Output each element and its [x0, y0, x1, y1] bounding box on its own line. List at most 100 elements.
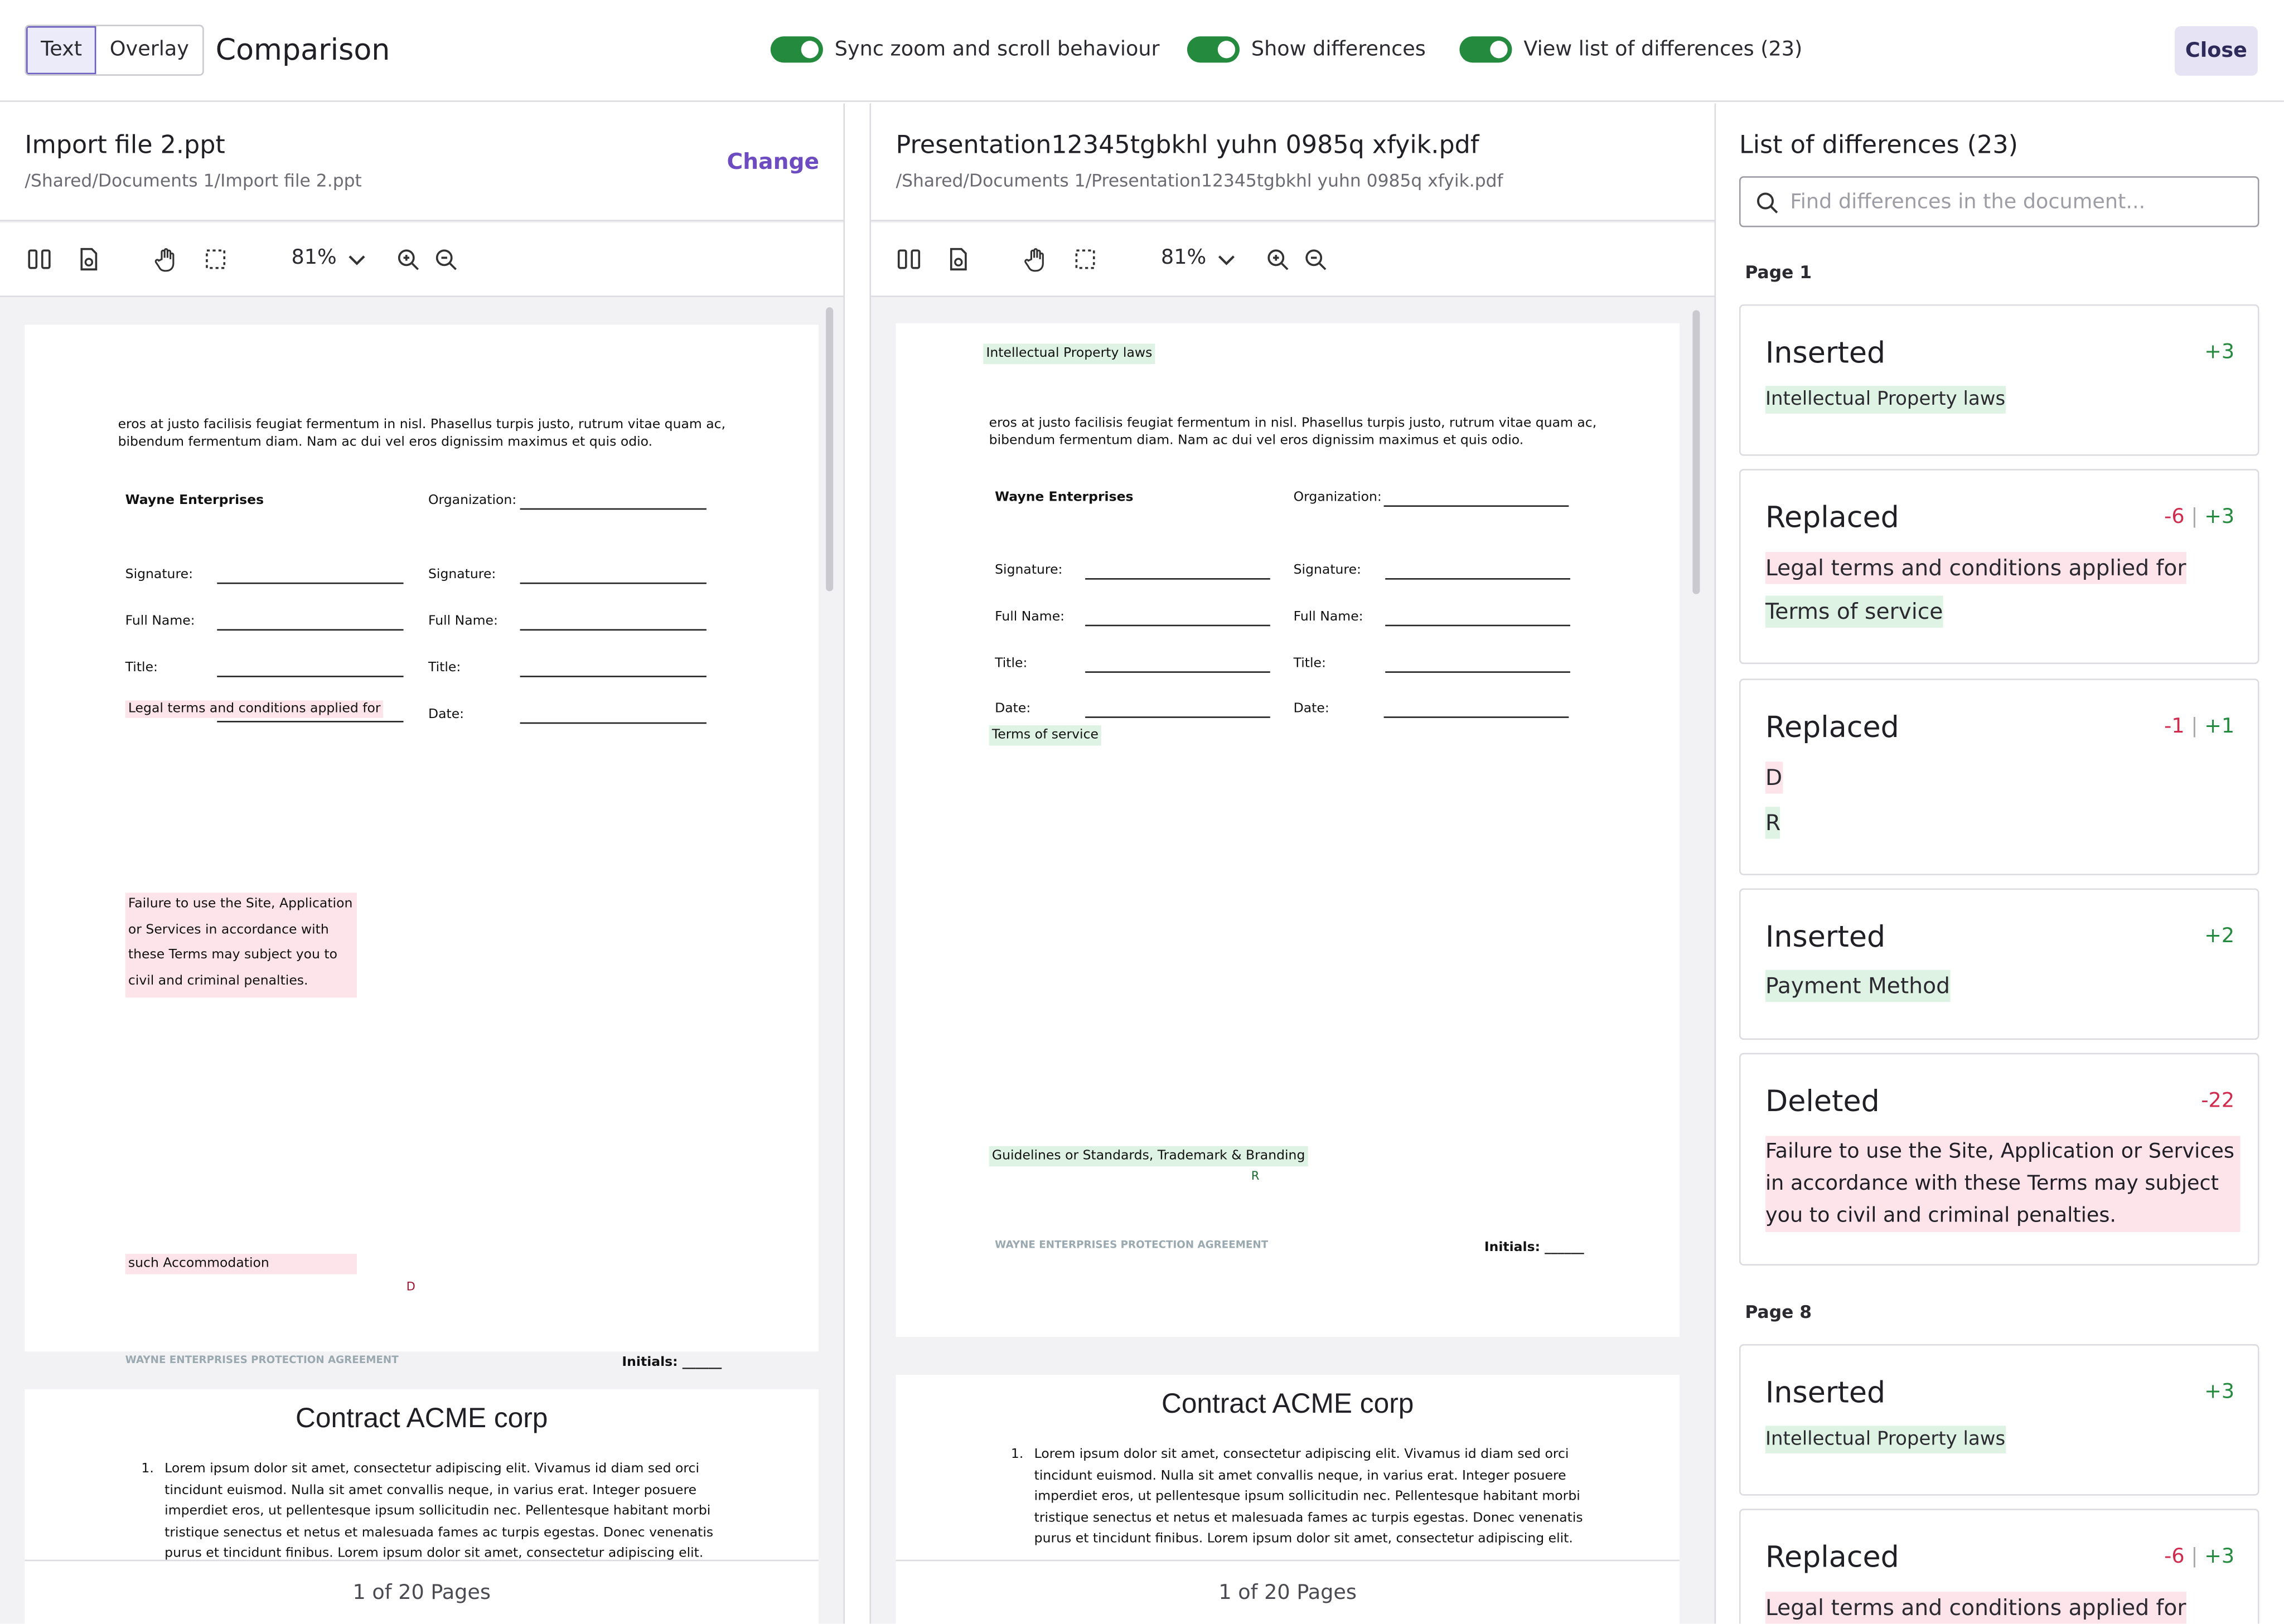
- difference-card[interactable]: Inserted +3 Intellectual Property laws: [1739, 1344, 2259, 1496]
- left-file-header: Import file 2.ppt /Shared/Documents 1/Im…: [0, 103, 844, 222]
- right-viewer-toolbar: 81%: [871, 222, 1715, 297]
- change-count: -6 | +3: [2164, 505, 2235, 529]
- initials-field: Initials: ______: [622, 1355, 722, 1371]
- inserted-highlight[interactable]: Guidelines or Standards, Trademark & Bra…: [989, 1146, 1308, 1167]
- paragraph-text: eros at justo facilisis feugiat fermentu…: [118, 418, 726, 433]
- deleted-highlight[interactable]: Legal terms and conditions applied for: [125, 700, 384, 718]
- change-count: -1 | +1: [2164, 715, 2235, 739]
- left-viewer-toolbar: 81%: [0, 222, 844, 297]
- paragraph-text: bibendum fermentum diam. Nam ac dui vel …: [118, 435, 653, 450]
- difference-type: Deleted: [1765, 1083, 1880, 1119]
- toggle-label: Sync zoom and scroll behaviour: [834, 37, 1160, 61]
- hand-pan-icon[interactable]: [153, 246, 179, 272]
- signature-label: Signature:: [428, 568, 496, 583]
- deleted-letter[interactable]: D: [407, 1280, 415, 1293]
- delete-count: -22: [2201, 1089, 2235, 1113]
- right-document-pane: Presentation12345tgbkhl yuhn 0985q xfyik…: [869, 103, 1715, 1624]
- top-bar: Text Overlay Comparison Sync zoom and sc…: [0, 0, 2284, 102]
- inserted-text: Terms of service: [1765, 595, 1943, 628]
- list-number: 1.: [1010, 1447, 1024, 1462]
- page-group-label: Page 1: [1745, 262, 1812, 283]
- differences-panel: List of differences (23) Find difference…: [1714, 103, 2284, 1624]
- right-page-counter: 1 of 20 Pages: [896, 1559, 1680, 1624]
- differences-search-input[interactable]: Find differences in the document...: [1739, 176, 2259, 227]
- zoom-in-icon[interactable]: [1264, 246, 1290, 272]
- split-view-icon[interactable]: [896, 246, 922, 272]
- difference-card[interactable]: Replaced -6 | +3 Legal terms and conditi…: [1739, 1509, 2259, 1624]
- page-group-label: Page 8: [1745, 1302, 1812, 1322]
- agreement-footer: WAYNE ENTERPRISES PROTECTION AGREEMENT: [995, 1239, 1269, 1251]
- toggle-switch[interactable]: [770, 36, 823, 63]
- left-document-pane: Import file 2.ppt /Shared/Documents 1/Im…: [0, 103, 845, 1624]
- right-scrollbar[interactable]: [1692, 310, 1700, 594]
- inserted-text: R: [1765, 807, 1781, 839]
- deleted-text: Legal terms and conditions applied for: [1765, 552, 2186, 584]
- paragraph-text: purus et tincidunt finibus. Lorem ipsum …: [164, 1547, 704, 1562]
- page-title: Comparison: [215, 32, 390, 67]
- signature-label: Signature:: [1293, 563, 1361, 579]
- close-button[interactable]: Close: [2175, 26, 2258, 76]
- insert-count: +2: [2204, 924, 2235, 948]
- list-number: 1.: [141, 1462, 154, 1477]
- deleted-highlight[interactable]: Failure to use the Site, Application or …: [125, 893, 357, 998]
- chevron-down-icon[interactable]: [1213, 246, 1240, 272]
- chevron-down-icon[interactable]: [343, 246, 370, 272]
- left-document-page-2: Contract ACME corp 1. Lorem ipsum dolor …: [25, 1389, 819, 1564]
- left-scrollbar[interactable]: [826, 307, 834, 592]
- selection-icon[interactable]: [1072, 246, 1099, 272]
- difference-type: Replaced: [1765, 1539, 1899, 1574]
- zoom-in-icon[interactable]: [395, 246, 421, 272]
- paragraph-text: Lorem ipsum dolor sit amet, consectetur …: [1034, 1447, 1569, 1462]
- difference-type: Inserted: [1765, 335, 1886, 370]
- overlay-mode-button[interactable]: Overlay: [96, 26, 202, 74]
- difference-card[interactable]: Inserted +2 Payment Method: [1739, 888, 2259, 1040]
- hand-pan-icon[interactable]: [1023, 246, 1049, 272]
- inserted-highlight[interactable]: Intellectual Property laws: [983, 343, 1155, 365]
- deleted-text: Legal terms and conditions applied for: [1765, 1592, 2186, 1624]
- highlight-text: or Services in accordance with: [128, 923, 329, 938]
- right-file-header: Presentation12345tgbkhl yuhn 0985q xfyik…: [871, 103, 1715, 222]
- right-document-page: Intellectual Property laws eros at justo…: [896, 323, 1680, 1337]
- paragraph-text: bibendum fermentum diam. Nam ac dui vel …: [989, 434, 1524, 449]
- deleted-line: you to civil and criminal penalties.: [1765, 1204, 2117, 1228]
- difference-card[interactable]: Inserted +3 Intellectual Property laws: [1739, 304, 2259, 456]
- paragraph-text: tincidunt euismod. Nulla sit amet conval…: [1034, 1469, 1566, 1484]
- search-placeholder: Find differences in the document...: [1790, 191, 2146, 214]
- change-file-button[interactable]: Change: [727, 148, 819, 174]
- signature-label: Signature:: [125, 568, 193, 583]
- text-mode-button[interactable]: Text: [26, 26, 97, 75]
- inserted-text: Payment Method: [1765, 969, 1950, 1002]
- sync-zoom-toggle[interactable]: Sync zoom and scroll behaviour: [770, 36, 1160, 63]
- inserted-text: Intellectual Property laws: [1765, 386, 2006, 414]
- selection-icon[interactable]: [202, 246, 229, 272]
- change-count: -6 | +3: [2164, 1545, 2235, 1569]
- inserted-highlight[interactable]: Terms of service: [989, 725, 1102, 746]
- toggle-switch[interactable]: [1459, 36, 1512, 63]
- full-name-label: Full Name:: [125, 614, 195, 629]
- difference-card[interactable]: Replaced -1 | +1 D R: [1739, 678, 2259, 875]
- paragraph-text: imperdiet eros, ut pellentesque ipsum so…: [1034, 1490, 1580, 1505]
- split-view-icon[interactable]: [26, 246, 52, 272]
- show-differences-toggle[interactable]: Show differences: [1187, 36, 1426, 63]
- zoom-level[interactable]: 81%: [291, 246, 336, 269]
- differences-title: List of differences (23): [1739, 131, 2018, 161]
- inserted-letter[interactable]: R: [1251, 1170, 1260, 1183]
- toggle-switch[interactable]: [1187, 36, 1240, 63]
- deleted-highlight[interactable]: such Accommodation: [125, 1254, 357, 1274]
- toggle-label: View list of differences (23): [1523, 37, 1803, 61]
- view-list-toggle[interactable]: View list of differences (23): [1459, 36, 1803, 63]
- organization-label: Organization:: [428, 493, 517, 508]
- insert-count: +3: [2204, 341, 2235, 365]
- right-document-page-2: Contract ACME corp 1. Lorem ipsum dolor …: [896, 1374, 1680, 1564]
- paragraph-text: tincidunt euismod. Nulla sit amet conval…: [164, 1484, 697, 1499]
- difference-card[interactable]: Deleted -22 Failure to use the Site, App…: [1739, 1053, 2259, 1266]
- zoom-level[interactable]: 81%: [1161, 246, 1206, 269]
- document-settings-icon[interactable]: [76, 246, 102, 272]
- zoom-out-icon[interactable]: [433, 246, 459, 272]
- difference-card[interactable]: Replaced -6 | +3 Legal terms and conditi…: [1739, 469, 2259, 665]
- paragraph-text: eros at justo facilisis feugiat fermentu…: [989, 416, 1597, 432]
- difference-type: Inserted: [1765, 1374, 1886, 1410]
- full-name-label: Full Name:: [995, 610, 1065, 625]
- document-settings-icon[interactable]: [945, 246, 971, 272]
- zoom-out-icon[interactable]: [1302, 246, 1328, 272]
